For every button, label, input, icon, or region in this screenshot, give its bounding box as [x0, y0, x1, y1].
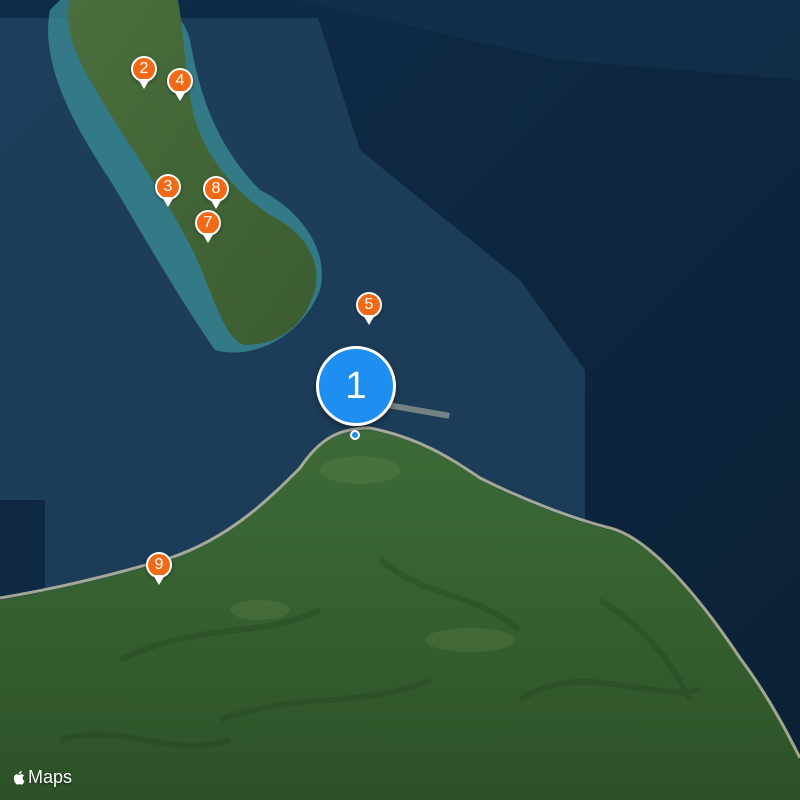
pin-tail-icon: [138, 79, 150, 89]
pin-tail-icon: [153, 575, 165, 585]
location-pin-1[interactable]: 1: [316, 346, 396, 440]
location-dot-icon: [350, 430, 360, 440]
map-view[interactable]: 1 2 3 4 5 8 7 9 Maps: [0, 0, 800, 800]
location-pin-5[interactable]: 5: [354, 292, 384, 330]
pin-label-1: 1: [316, 346, 396, 426]
pin-tail-icon: [174, 91, 186, 101]
location-pin-7[interactable]: 7: [193, 210, 223, 248]
pin-tail-icon: [202, 233, 214, 243]
maps-brand-label: Maps: [28, 767, 73, 787]
location-pin-2[interactable]: 2: [129, 56, 159, 94]
location-pin-8[interactable]: 8: [201, 176, 231, 214]
location-pin-3[interactable]: 3: [153, 174, 183, 212]
pin-tail-icon: [162, 197, 174, 207]
apple-logo-icon: [13, 770, 25, 785]
location-pin-9[interactable]: 9: [144, 552, 174, 590]
pin-tail-icon: [363, 315, 375, 325]
satellite-imagery: [0, 0, 800, 800]
location-pin-4[interactable]: 4: [165, 68, 195, 106]
maps-attribution[interactable]: Maps: [12, 767, 72, 788]
pin-tail-icon: [210, 199, 222, 209]
